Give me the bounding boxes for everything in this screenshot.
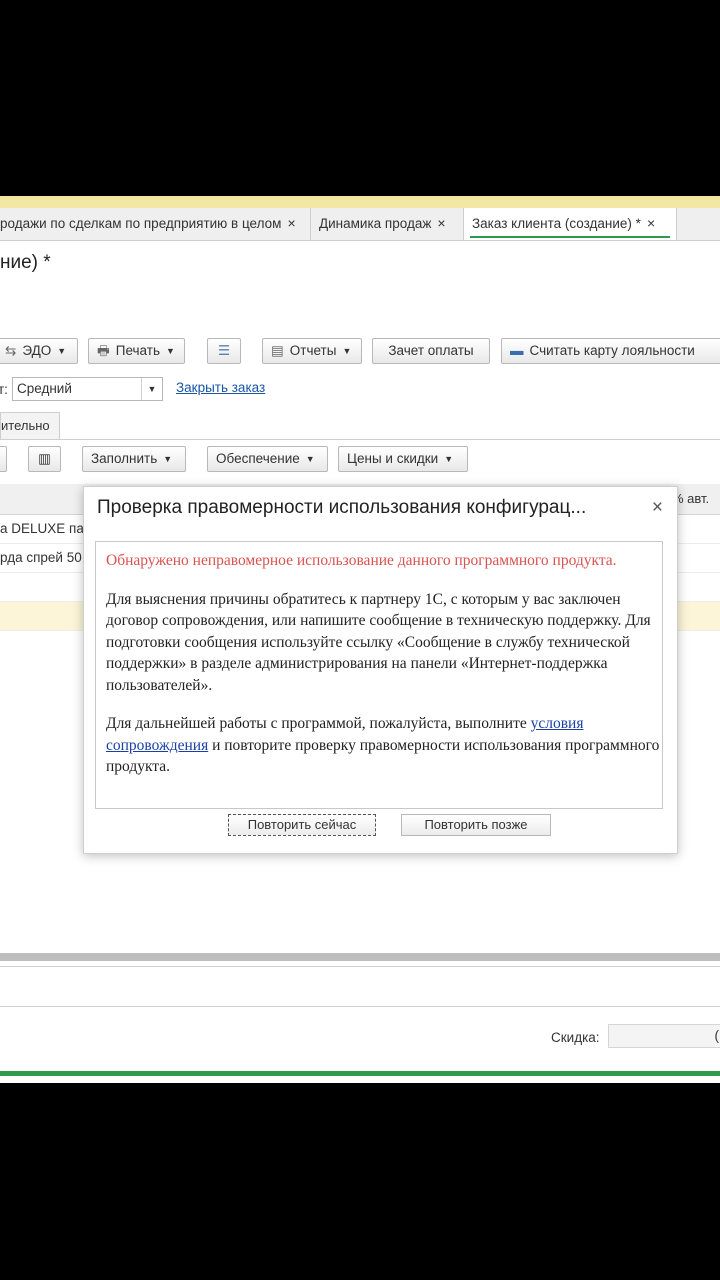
chevron-down-icon: ▼: [57, 346, 67, 356]
close-icon[interactable]: ×: [652, 497, 663, 519]
scrollbar[interactable]: [0, 953, 720, 961]
printer-icon: 🖶: [97, 343, 110, 358]
chevron-down-icon: ▼: [165, 346, 175, 356]
fill-button[interactable]: Заполнить ▼: [82, 446, 186, 472]
document-list-button[interactable]: ☰: [207, 338, 241, 364]
tab-label: родажи по сделкам по предприятию в целом: [0, 216, 282, 231]
fill-label: Заполнить: [91, 451, 158, 466]
chevron-down-icon: ▼: [444, 454, 454, 464]
prices-discounts-button[interactable]: Цены и скидки ▼: [338, 446, 468, 472]
close-icon[interactable]: ×: [647, 215, 655, 231]
chevron-down-icon: ▼: [163, 454, 173, 464]
tab-sales-dynamics[interactable]: Динамика продаж ×: [311, 208, 464, 240]
priority-select[interactable]: Средний ▼: [12, 377, 163, 401]
chevron-down-icon: ▼: [342, 346, 352, 356]
discount-field: (: [608, 1024, 720, 1048]
print-button[interactable]: 🖶 Печать ▼: [88, 338, 185, 364]
discount-value: (: [714, 1028, 720, 1043]
status-bar: [0, 1071, 720, 1076]
edo-icon: ⇆: [5, 343, 17, 358]
barcode-icon: ▥: [38, 451, 51, 466]
priority-value: Средний: [17, 381, 72, 396]
divider: [0, 439, 720, 440]
reports-button[interactable]: ▤ Отчеты ▼: [262, 338, 362, 364]
discount-label: Скидка:: [551, 1030, 600, 1045]
divider: [0, 1006, 720, 1007]
tab-bar: родажи по сделкам по предприятию в целом…: [0, 208, 720, 241]
license-check-dialog: Проверка правомерности использования кон…: [83, 486, 678, 854]
close-icon[interactable]: ×: [287, 215, 295, 231]
row-product: а DELUXE па: [0, 521, 84, 536]
top-band: [0, 196, 720, 208]
tab-label: Заказ клиента (создание) *: [472, 216, 641, 231]
tab-additional[interactable]: ительно: [0, 412, 60, 440]
read-loyalty-card-button[interactable]: ▬ Считать карту лояльности: [501, 338, 720, 364]
reports-label: Отчеты: [289, 343, 337, 358]
close-order-link[interactable]: Закрыть заказ: [176, 380, 265, 395]
report-icon: ▤: [271, 343, 284, 358]
dialog-message: Обнаружено неправомерное использование д…: [95, 541, 663, 809]
retry-now-button[interactable]: Повторить сейчас: [228, 814, 376, 836]
row-product: рда спрей 50: [0, 550, 82, 565]
priority-label: т:: [0, 382, 8, 397]
dialog-title: Проверка правомерности использования кон…: [97, 497, 587, 518]
tab-customer-order[interactable]: Заказ клиента (создание) * ×: [464, 208, 677, 240]
print-label: Печать: [115, 343, 160, 358]
tab-label: Динамика продаж: [319, 216, 432, 231]
app-window: родажи по сделкам по предприятию в целом…: [0, 196, 720, 1083]
chevron-down-icon: ▼: [305, 454, 315, 464]
table-toolbar-button[interactable]: [0, 446, 7, 472]
support-instructions: Для выяснения причины обратитесь к партн…: [106, 590, 651, 694]
edo-button[interactable]: ⇆ ЭДО ▼: [0, 338, 78, 364]
edo-label: ЭДО: [22, 343, 52, 358]
card-icon: ▬: [510, 343, 524, 358]
list-icon: ☰: [217, 343, 231, 358]
close-icon[interactable]: ×: [437, 215, 445, 231]
barcode-button[interactable]: ▥: [28, 446, 61, 472]
retry-later-button[interactable]: Повторить позже: [401, 814, 551, 836]
provision-label: Обеспечение: [216, 451, 300, 466]
payment-offset-button[interactable]: Зачет оплаты: [372, 338, 490, 364]
text-part: Для дальнейшей работы с программой, пожа…: [106, 715, 531, 732]
prices-label: Цены и скидки: [347, 451, 439, 466]
tab-sales-by-deals[interactable]: родажи по сделкам по предприятию в целом…: [0, 208, 311, 240]
provision-button[interactable]: Обеспечение ▼: [207, 446, 328, 472]
loyalty-label: Считать карту лояльности: [529, 343, 695, 358]
tab-additional-label: ительно: [1, 418, 50, 433]
further-instructions: Для дальнейшей работы с программой, пожа…: [106, 713, 662, 778]
divider: [0, 966, 720, 967]
chevron-down-icon[interactable]: ▼: [141, 378, 162, 400]
active-tab-underline: [470, 236, 670, 238]
error-message: Обнаружено неправомерное использование д…: [106, 552, 617, 569]
page-title: ние) *: [0, 252, 51, 273]
